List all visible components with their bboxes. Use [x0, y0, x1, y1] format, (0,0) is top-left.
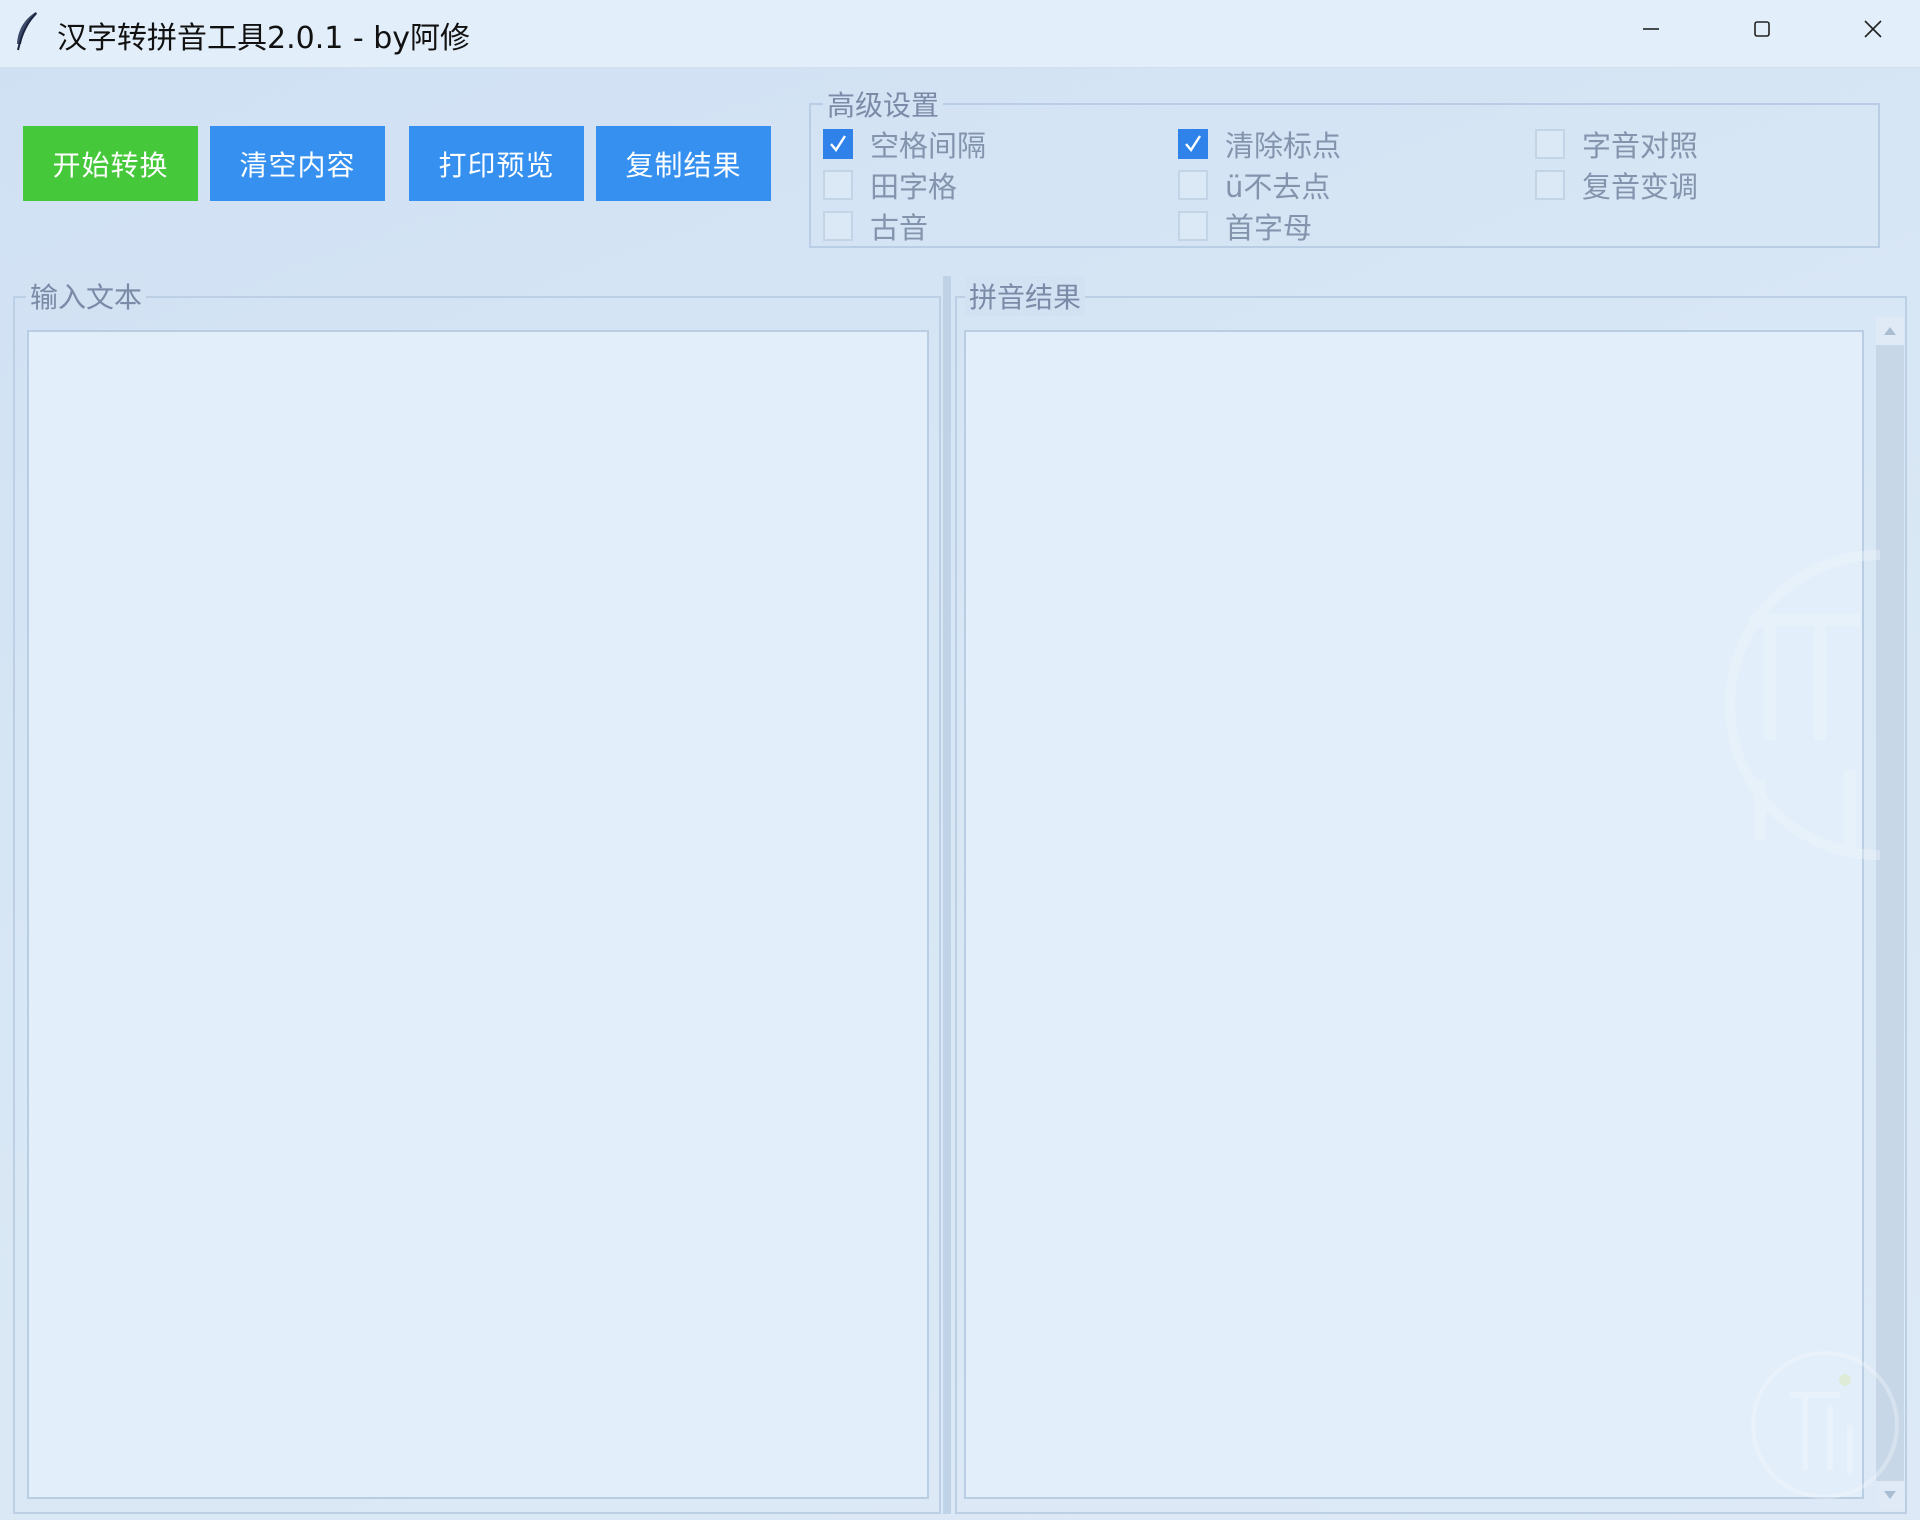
scroll-up-button[interactable] — [1876, 317, 1904, 345]
checkmark-icon — [830, 135, 847, 153]
ancient-label: 古音 — [870, 211, 929, 245]
u-no-dots-checkbox[interactable] — [1178, 170, 1208, 200]
start-convert-button[interactable]: 开始转换 — [23, 126, 198, 201]
input-panel-title: 输入文本 — [26, 276, 147, 316]
remove-punctuation-label: 清除标点 — [1225, 129, 1342, 163]
initials-label: 首字母 — [1225, 211, 1313, 245]
option-char-pinyin[interactable]: 字音对照 — [1535, 126, 1699, 163]
copy-result-button[interactable]: 复制结果 — [596, 126, 771, 201]
window-title: 汉字转拼音工具2.0.1 - by阿修 — [57, 21, 471, 56]
char-pinyin-checkbox[interactable] — [1535, 129, 1565, 159]
clear-content-button[interactable]: 清空内容 — [210, 126, 385, 201]
pinyin-result-area[interactable] — [964, 330, 1864, 1499]
initials-checkbox[interactable] — [1178, 211, 1208, 241]
option-u-no-dots[interactable]: ü不去点 — [1178, 167, 1331, 204]
title-bar: 汉字转拼音工具2.0.1 - by阿修 — [0, 0, 1920, 68]
option-initials[interactable]: 首字母 — [1178, 208, 1313, 245]
polyphone-tone-label: 复音变调 — [1582, 170, 1699, 204]
minimize-button[interactable] — [1596, 0, 1706, 58]
scroll-up-icon — [1884, 327, 1896, 335]
advanced-settings-title: 高级设置 — [823, 84, 944, 124]
result-scrollbar[interactable] — [1876, 317, 1904, 1509]
ancient-checkbox[interactable] — [823, 211, 853, 241]
maximize-button[interactable] — [1707, 0, 1817, 58]
tian-grid-label: 田字格 — [870, 170, 958, 204]
space-gap-checkbox[interactable] — [823, 129, 853, 159]
option-remove-punctuation[interactable]: 清除标点 — [1178, 126, 1342, 163]
panel-divider[interactable] — [943, 276, 951, 1514]
logo-watermark — [1751, 1351, 1899, 1499]
feather-icon — [17, 12, 37, 51]
option-space-gap[interactable]: 空格间隔 — [823, 126, 987, 163]
print-preview-button[interactable]: 打印预览 — [409, 126, 584, 201]
option-tian-grid[interactable]: 田字格 — [823, 167, 958, 204]
option-polyphone-tone[interactable]: 复音变调 — [1535, 167, 1699, 204]
close-icon — [1864, 20, 1882, 38]
seal-watermark — [1725, 550, 1880, 860]
input-text-area[interactable] — [27, 330, 929, 1499]
remove-punctuation-checkbox[interactable] — [1178, 129, 1208, 159]
minimize-icon — [1643, 28, 1659, 30]
space-gap-label: 空格间隔 — [870, 129, 987, 163]
char-pinyin-label: 字音对照 — [1582, 129, 1699, 163]
polyphone-tone-checkbox[interactable] — [1535, 170, 1565, 200]
u-no-dots-label: ü不去点 — [1225, 170, 1331, 204]
tian-grid-checkbox[interactable] — [823, 170, 853, 200]
close-button[interactable] — [1818, 0, 1920, 58]
maximize-icon — [1754, 21, 1770, 37]
checkmark-icon — [1185, 135, 1202, 153]
option-ancient[interactable]: 古音 — [823, 208, 929, 245]
result-panel-title: 拼音结果 — [965, 276, 1086, 316]
